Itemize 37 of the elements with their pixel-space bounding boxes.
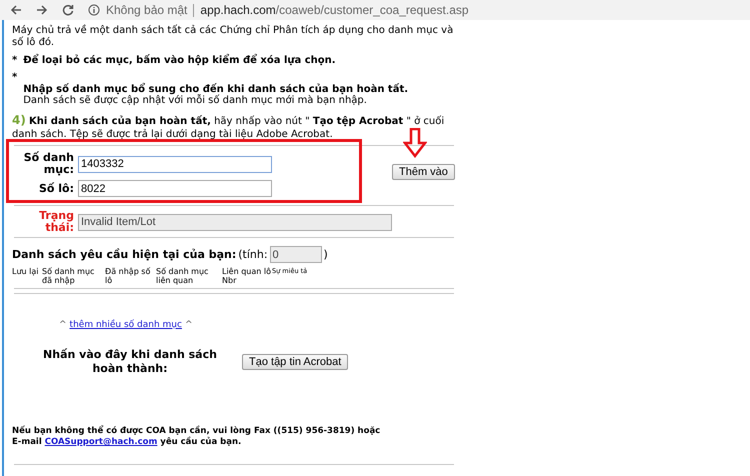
- count-close: ): [324, 248, 328, 261]
- input-field[interactable]: 8022: [78, 180, 272, 197]
- add-button[interactable]: Thêm vào: [392, 164, 455, 180]
- status-label: Trạng thái:: [38, 210, 74, 234]
- step-text: 4) Khi danh sách của bạn hoàn tất, hãy nhấp vào nút " Tạo tệp Acrobat " ở cuối danh sách. Tệp sẽ được trả lại dưới dạng tài liệu Adobe Acrobat.: [12, 114, 446, 141]
- field-label: Số lô:: [38, 182, 74, 194]
- list-title: Danh sách yêu cầu hiện tại của bạn:: [12, 248, 236, 261]
- security-label: Không bảo mật: [106, 3, 188, 17]
- count-field: 0: [270, 246, 322, 263]
- forward-icon[interactable]: [36, 4, 48, 16]
- input-field[interactable]: 1403332: [78, 156, 272, 172]
- bullet-text: Để loại bỏ các mục, bấm vào hộp kiểm để xóa lựa chọn.: [23, 55, 336, 66]
- column-header: Đã nhập số lô: [105, 267, 152, 285]
- bullet-note: Danh sách sẽ được cập nhật với mỗi số danh mục mới mà bạn nhập.: [23, 95, 368, 106]
- bullet-mark: *: [12, 72, 18, 85]
- more-items-link[interactable]: thêm nhiều số danh mục: [70, 320, 182, 330]
- down-arrow-icon: [403, 128, 427, 158]
- intro-text: Máy chủ trả về một danh sách tất cả các Chứng chỉ Phân tích áp dụng cho danh mục và số lô đó.: [12, 25, 454, 49]
- email-link[interactable]: COASupport@hach.com: [44, 437, 158, 447]
- field-label: Số danh mục:: [22, 152, 74, 176]
- reload-icon[interactable]: [62, 4, 74, 16]
- footer-text: Nếu bạn không thể có được COA bạn cần, vui lòng Fax ((515) 956-3819) hoặc E-mail COASupport@hach.com yêu cầu của bạn.: [12, 426, 382, 448]
- status-field: Invalid Item/Lot: [78, 214, 392, 230]
- create-acrobat-button[interactable]: Tạo tập tin Acrobat: [242, 354, 348, 370]
- back-icon[interactable]: [10, 4, 22, 16]
- address-bar[interactable]: app.hach.com/coaweb/customer_coa_request.asp: [200, 3, 469, 17]
- bullet-mark: *: [12, 55, 18, 66]
- count-label: (tính:: [238, 248, 268, 261]
- caret-text: ^: [184, 320, 192, 330]
- column-header: Số danh mục đã nhập: [42, 267, 96, 285]
- column-header: Số danh mục liên quan: [156, 267, 210, 285]
- complete-label: Nhấn vào đây khi danh sách hoàn thành:: [42, 348, 218, 376]
- caret-text: ^: [59, 320, 67, 330]
- bullet-text: Nhập số danh mục bổ sung cho đến khi danh sách của bạn hoàn tất.: [23, 84, 408, 95]
- info-icon[interactable]: [88, 4, 100, 16]
- column-header: Lưu lại: [12, 267, 40, 278]
- column-header: Liên quan lô Nbr: [222, 267, 272, 285]
